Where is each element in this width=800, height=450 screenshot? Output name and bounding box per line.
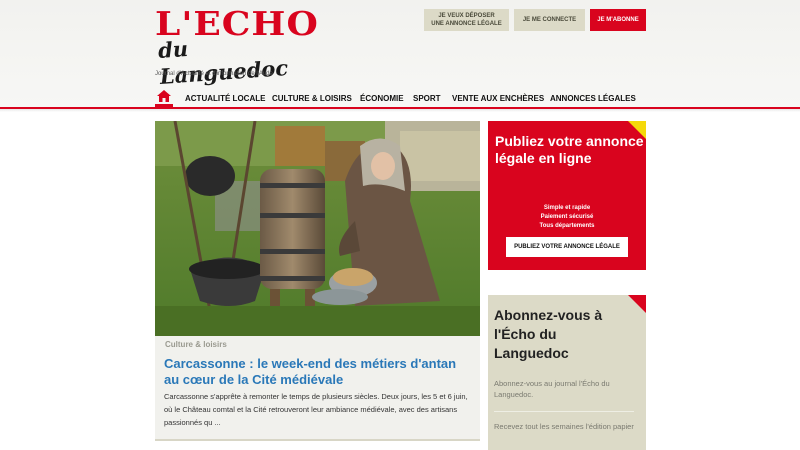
deposit-legal-notice-button[interactable]: JE VEUX DÉPOSER UNE ANNONCE LÉGALE <box>424 9 509 31</box>
promo-feature: Paiement sécurisé <box>540 214 594 220</box>
subscription-title[interactable]: Abonnez-vous à l'Écho du Languedoc <box>494 306 629 363</box>
publish-legal-notice-button[interactable]: PUBLIEZ VOTRE ANNONCE LÉGALE <box>506 237 628 257</box>
nav-item-economie[interactable]: ÉCONOMIE <box>360 94 404 103</box>
article-category[interactable]: Culture & loisirs <box>165 340 227 349</box>
login-button[interactable]: JE ME CONNECTE <box>514 9 585 31</box>
deposit-button-line1: JE VEUX DÉPOSER <box>438 13 495 19</box>
site-tagline: Journal d'Actualité et d'information de … <box>155 71 273 77</box>
subscription-text: Abonnez-vous au journal l'Écho du Langue… <box>494 379 610 399</box>
promo-feature: Tous départements <box>539 223 595 229</box>
article-image[interactable] <box>155 121 480 336</box>
logo-subtitle: du Languedoc <box>157 35 289 89</box>
site-logo[interactable]: L'ECHO du Languedoc <box>155 6 318 89</box>
subscription-divider <box>494 411 634 412</box>
nav-item-actualite-locale[interactable]: ACTUALITÉ LOCALE <box>185 94 265 103</box>
promo-feature: Simple et rapide <box>543 205 591 211</box>
nav-shadow <box>0 109 800 112</box>
nav-item-culture-loisirs[interactable]: CULTURE & LOISIRS <box>272 94 352 103</box>
promo-title: Publiez votre annonce légale en ligne <box>495 133 644 166</box>
subscription-box: Abonnez-vous à l'Écho du Languedoc Abonn… <box>488 295 646 450</box>
article-title[interactable]: Carcassonne : le week-end des métiers d'… <box>164 356 464 388</box>
home-icon[interactable] <box>157 89 171 102</box>
article-excerpt: Carcassonne s'apprête à remonter le temp… <box>164 392 468 427</box>
subscription-corner-accent <box>628 295 646 313</box>
nav-item-sport[interactable]: SPORT <box>413 94 441 103</box>
subscription-text: Recevez tout les semaines l'édition papi… <box>494 422 634 431</box>
featured-article-card[interactable]: Culture & loisirs Carcassonne : le week-… <box>155 336 480 441</box>
deposit-button-line2: UNE ANNONCE LÉGALE <box>431 21 502 27</box>
nav-item-vente-encheres[interactable]: VENTE AUX ENCHÈRES <box>452 94 544 103</box>
subscribe-button[interactable]: JE M'ABONNE <box>590 9 646 31</box>
main-nav: ACTUALITÉ LOCALE CULTURE & LOISIRS ÉCONO… <box>155 88 646 108</box>
legal-notice-promo: Publiez votre annonce légale en ligne Si… <box>488 121 646 270</box>
nav-item-annonces-legales[interactable]: ANNONCES LÉGALES <box>550 94 636 103</box>
